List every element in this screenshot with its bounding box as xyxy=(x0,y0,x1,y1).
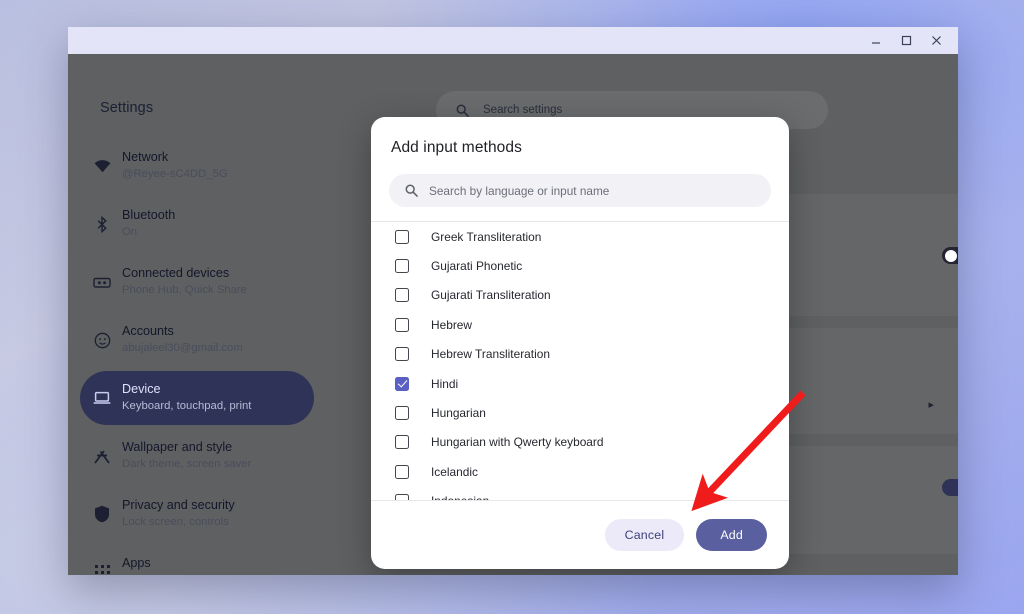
checkbox[interactable] xyxy=(395,464,409,479)
language-search-input[interactable]: Search by language or input name xyxy=(389,174,771,207)
language-search-placeholder: Search by language or input name xyxy=(429,183,610,198)
add-input-methods-dialog: Add input methods Search by language or … xyxy=(371,117,789,569)
checkbox[interactable] xyxy=(395,288,409,303)
dialog-actions: Cancel Add xyxy=(371,501,789,569)
list-item-label: Gujarati Transliteration xyxy=(431,288,551,303)
list-item-label: Hindi xyxy=(431,376,459,391)
checkbox[interactable] xyxy=(395,347,409,362)
list-item[interactable]: Gujarati Phonetic xyxy=(371,251,789,280)
search-icon xyxy=(405,184,418,197)
input-method-list[interactable]: Greek Transliteration Gujarati Phonetic … xyxy=(371,221,789,501)
checkbox[interactable] xyxy=(395,229,409,244)
checkbox[interactable] xyxy=(395,435,409,450)
checkbox[interactable] xyxy=(395,259,409,274)
list-item[interactable]: Greek Transliteration xyxy=(371,222,789,251)
settings-window: Settings Search settings Network @Reyee-… xyxy=(68,27,958,575)
list-item[interactable]: Hungarian xyxy=(371,398,789,427)
list-item[interactable]: Hebrew Transliteration xyxy=(371,340,789,369)
add-button[interactable]: Add xyxy=(696,519,767,551)
list-item-label: Gujarati Phonetic xyxy=(431,259,523,274)
list-item[interactable]: Gujarati Transliteration xyxy=(371,281,789,310)
checkbox-checked[interactable] xyxy=(395,376,409,391)
list-item-label: Indonesian xyxy=(431,494,489,500)
list-item[interactable]: Hebrew xyxy=(371,310,789,339)
checkbox[interactable] xyxy=(395,494,409,500)
list-item-label: Hebrew Transliteration xyxy=(431,347,550,362)
list-item[interactable]: Hindi xyxy=(371,369,789,398)
list-item[interactable]: Icelandic xyxy=(371,457,789,486)
list-item[interactable]: Indonesian xyxy=(371,487,789,500)
list-item-label: Hungarian xyxy=(431,406,486,421)
dialog-title: Add input methods xyxy=(391,139,522,156)
list-item[interactable]: Hungarian with Qwerty keyboard xyxy=(371,428,789,457)
cancel-button[interactable]: Cancel xyxy=(604,519,685,551)
checkbox[interactable] xyxy=(395,406,409,421)
list-item-label: Icelandic xyxy=(431,464,478,479)
checkbox[interactable] xyxy=(395,317,409,332)
list-item-label: Hebrew xyxy=(431,317,472,332)
list-item-label: Hungarian with Qwerty keyboard xyxy=(431,435,604,450)
list-item-label: Greek Transliteration xyxy=(431,229,542,244)
